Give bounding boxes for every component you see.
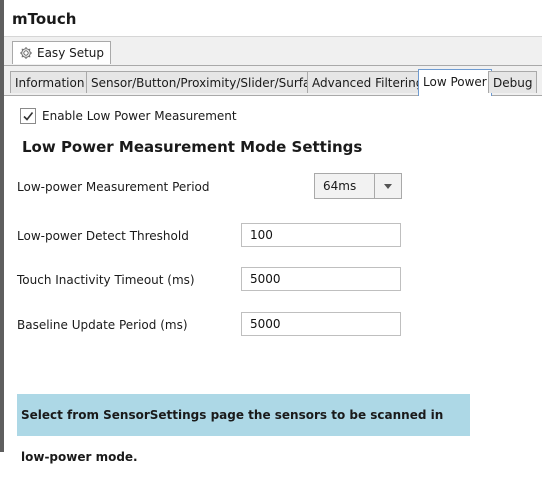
tab-easy-setup-label: Easy Setup: [37, 46, 105, 60]
easy-setup-tabstrip: Easy Setup: [4, 37, 542, 66]
dropdown-button[interactable]: [374, 174, 401, 198]
enable-low-power-row[interactable]: Enable Low Power Measurement: [20, 108, 237, 124]
baseline-period-label: Baseline Update Period (ms): [17, 318, 188, 332]
tab-easy-setup[interactable]: Easy Setup: [12, 41, 112, 64]
inactivity-timeout-input[interactable]: [241, 267, 401, 291]
tab-debug[interactable]: Debug: [488, 71, 538, 93]
gear-icon: [19, 46, 33, 60]
measurement-period-label: Low-power Measurement Period: [17, 180, 210, 194]
detect-threshold-label: Low-power Detect Threshold: [17, 229, 189, 243]
inactivity-timeout-label: Touch Inactivity Timeout (ms): [17, 273, 195, 287]
tab-information[interactable]: Information: [10, 71, 90, 93]
low-power-panel: Enable Low Power Measurement Low Power M…: [4, 96, 542, 464]
window-title: mTouch: [12, 10, 77, 28]
section-title: Low Power Measurement Mode Settings: [22, 138, 363, 156]
measurement-period-select[interactable]: 64ms: [314, 173, 402, 199]
settings-tabstrip: Information Sensor/Button/Proximity/Slid…: [4, 66, 542, 96]
baseline-period-input[interactable]: [241, 312, 401, 336]
enable-low-power-label: Enable Low Power Measurement: [42, 109, 237, 123]
tab-sensor-button-proximity-slider-surface[interactable]: Sensor/Button/Proximity/Slider/Surface: [86, 71, 330, 93]
tab-advanced-filtering[interactable]: Advanced Filtering: [307, 71, 429, 93]
enable-low-power-checkbox[interactable]: [20, 108, 36, 124]
chevron-down-icon: [384, 183, 392, 189]
checkmark-icon: [23, 112, 34, 121]
measurement-period-value: 64ms: [323, 179, 357, 193]
detect-threshold-input[interactable]: [241, 223, 401, 247]
tab-low-power[interactable]: Low Power: [418, 69, 492, 96]
info-banner: Select from SensorSettings page the sens…: [17, 394, 470, 464]
title-bar: mTouch: [4, 0, 542, 37]
